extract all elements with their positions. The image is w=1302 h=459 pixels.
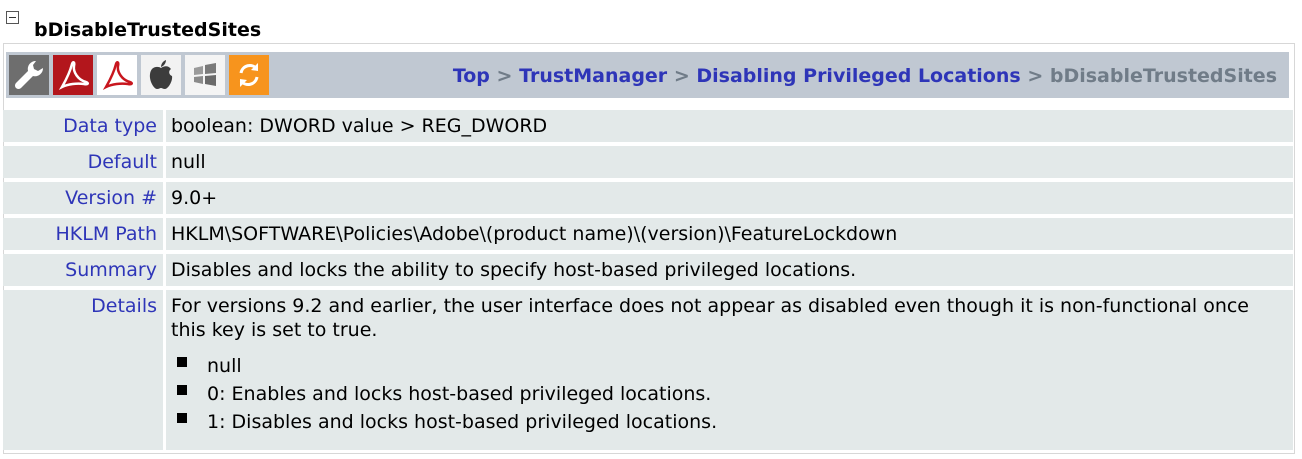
table-row: Details For versions 9.2 and earlier, th… bbox=[3, 290, 1293, 450]
breadcrumb-current: bDisableTrustedSites bbox=[1049, 65, 1277, 87]
breadcrumb-top-link[interactable]: Top bbox=[453, 65, 490, 87]
details-value: For versions 9.2 and earlier, the user i… bbox=[166, 290, 1293, 450]
table-row: Summary Disables and locks the ability t… bbox=[3, 254, 1293, 286]
option-text: 1: Disables and locks host-based privile… bbox=[207, 411, 718, 433]
data-type-value: boolean: DWORD value > REG_DWORD bbox=[166, 110, 1293, 142]
table-row: Default null bbox=[3, 146, 1293, 178]
hklm-path-value: HKLM\SOFTWARE\Policies\Adobe\(product na… bbox=[166, 218, 1293, 250]
option-text: null bbox=[207, 355, 242, 377]
sync-icon[interactable] bbox=[229, 55, 269, 95]
bullet-icon bbox=[177, 357, 187, 367]
list-item: 0: Enables and locks host-based privileg… bbox=[171, 380, 1293, 408]
version-value: 9.0+ bbox=[166, 182, 1293, 214]
section-heading: bDisableTrustedSites bbox=[6, 11, 261, 41]
list-item: 1: Disables and locks host-based privile… bbox=[171, 408, 1293, 436]
details-text: For versions 9.2 and earlier, the user i… bbox=[171, 295, 1249, 341]
summary-label: Summary bbox=[3, 254, 166, 286]
product-icons bbox=[9, 55, 269, 95]
data-type-label: Data type bbox=[3, 110, 166, 142]
property-table: Data type boolean: DWORD value > REG_DWO… bbox=[3, 106, 1293, 454]
breadcrumb-separator: > bbox=[1027, 65, 1044, 87]
breadcrumb-separator: > bbox=[496, 65, 513, 87]
reader-icon[interactable] bbox=[97, 55, 137, 95]
list-item: null bbox=[171, 352, 1293, 380]
section-title: bDisableTrustedSites bbox=[34, 19, 262, 41]
table-row: HKLM Path HKLM\SOFTWARE\Policies\Adobe\(… bbox=[3, 218, 1293, 250]
bullet-icon bbox=[177, 385, 187, 395]
collapse-toggle-icon[interactable] bbox=[6, 11, 19, 24]
version-label: Version # bbox=[3, 182, 166, 214]
breadcrumb-separator: > bbox=[673, 65, 690, 87]
option-text: 0: Enables and locks host-based privileg… bbox=[207, 383, 712, 405]
wrench-icon[interactable] bbox=[9, 55, 49, 95]
windows-icon[interactable] bbox=[185, 55, 225, 95]
default-label: Default bbox=[3, 146, 166, 178]
bullet-icon bbox=[177, 413, 187, 423]
toolbar: Top > TrustManager > Disabling Privilege… bbox=[6, 52, 1289, 98]
breadcrumb-trustmanager-link[interactable]: TrustManager bbox=[519, 65, 667, 87]
default-value: null bbox=[166, 146, 1293, 178]
acrobat-icon[interactable] bbox=[53, 55, 93, 95]
table-row: Data type boolean: DWORD value > REG_DWO… bbox=[3, 110, 1293, 142]
details-options-list: null 0: Enables and locks host-based pri… bbox=[171, 352, 1293, 436]
apple-icon[interactable] bbox=[141, 55, 181, 95]
breadcrumb: Top > TrustManager > Disabling Privilege… bbox=[453, 64, 1277, 88]
table-row: Version # 9.0+ bbox=[3, 182, 1293, 214]
hklm-path-label: HKLM Path bbox=[3, 218, 166, 250]
summary-value: Disables and locks the ability to specif… bbox=[166, 254, 1293, 286]
breadcrumb-disabling-link[interactable]: Disabling Privileged Locations bbox=[696, 65, 1020, 87]
details-label: Details bbox=[3, 290, 166, 450]
